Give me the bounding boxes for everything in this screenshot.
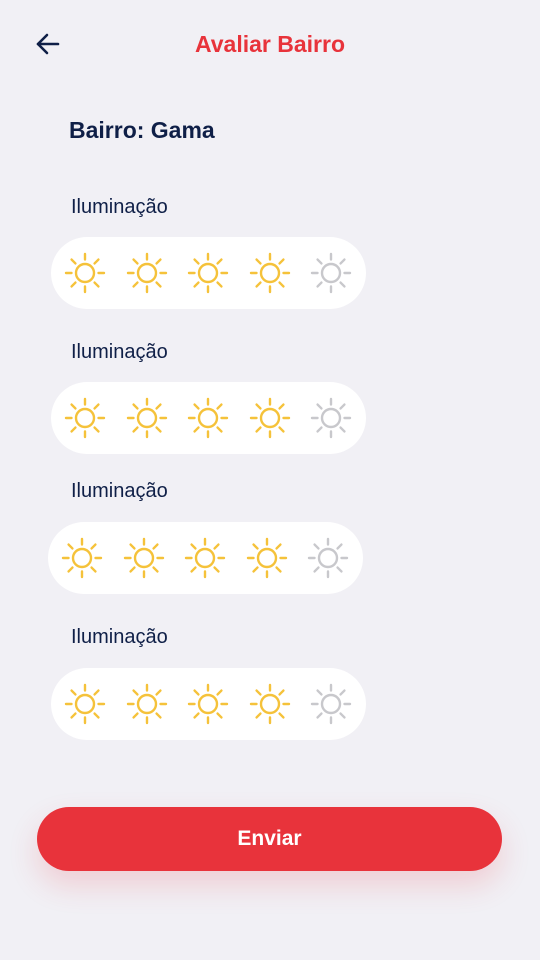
sun-icon[interactable] xyxy=(309,251,353,295)
sun-icon[interactable] xyxy=(309,396,353,440)
sun-icon[interactable] xyxy=(125,682,169,726)
rating-bar xyxy=(48,522,363,594)
rating-bar xyxy=(51,382,366,454)
page-title: Avaliar Bairro xyxy=(195,31,345,57)
category-label: Iluminação xyxy=(71,196,168,218)
sun-icon[interactable] xyxy=(186,396,230,440)
category-label: Iluminação xyxy=(71,626,168,648)
sun-icon[interactable] xyxy=(125,396,169,440)
sun-icon[interactable] xyxy=(306,536,350,580)
arrow-left-icon xyxy=(34,30,62,63)
back-button[interactable] xyxy=(28,28,68,64)
rating-bar xyxy=(51,668,366,740)
sun-icon[interactable] xyxy=(186,251,230,295)
sun-icon[interactable] xyxy=(63,251,107,295)
sun-icon[interactable] xyxy=(245,536,289,580)
sun-icon[interactable] xyxy=(60,536,104,580)
category-label: Iluminação xyxy=(71,341,168,363)
sun-icon[interactable] xyxy=(63,396,107,440)
sun-icon[interactable] xyxy=(248,682,292,726)
sun-icon[interactable] xyxy=(248,251,292,295)
sun-icon[interactable] xyxy=(309,682,353,726)
category-label: Iluminação xyxy=(71,480,168,502)
rating-bar xyxy=(51,237,366,309)
sun-icon[interactable] xyxy=(125,251,169,295)
sun-icon[interactable] xyxy=(183,536,227,580)
neighborhood-name: Bairro: Gama xyxy=(69,117,215,143)
sun-icon[interactable] xyxy=(248,396,292,440)
sun-icon[interactable] xyxy=(122,536,166,580)
sun-icon[interactable] xyxy=(63,682,107,726)
sun-icon[interactable] xyxy=(186,682,230,726)
submit-button[interactable]: Enviar xyxy=(37,807,502,871)
